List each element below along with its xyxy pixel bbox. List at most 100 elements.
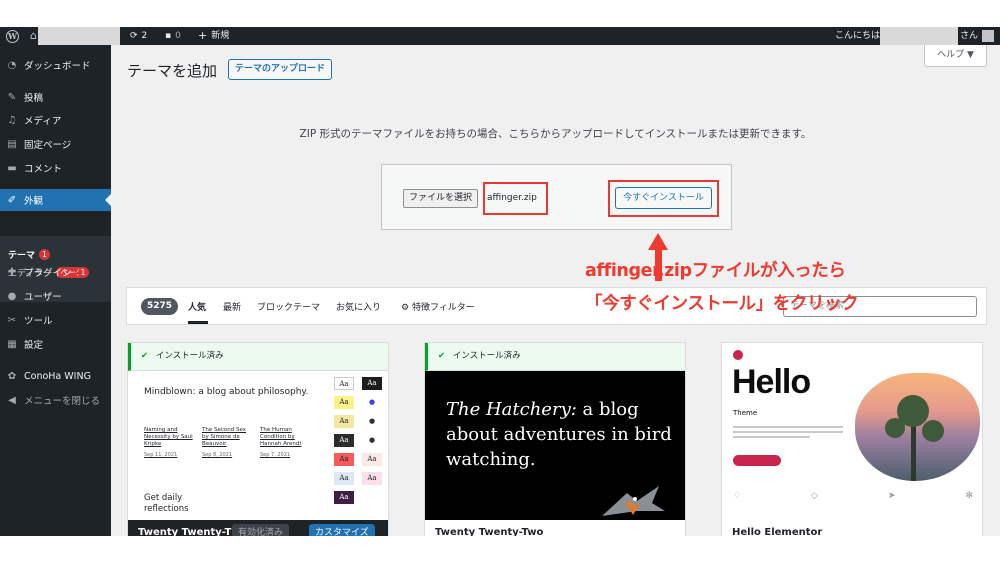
sidebar-item-settings[interactable]: ▦ 設定	[0, 334, 111, 354]
preview-post-title: Naming and Necessity by Saul Kripke	[144, 427, 193, 447]
style-swatch: Aa	[334, 491, 354, 504]
sidebar-item-label: 外観	[24, 196, 44, 207]
installed-label: インストール済み	[155, 351, 224, 361]
sidebar-item-label: メディア	[24, 116, 62, 127]
preview-post-date: Sep 11, 2021	[144, 452, 178, 458]
admin-bar: W ⌂ ⟳ 2 ▪ 0 + 新規 こんにちは さん	[0, 27, 1000, 45]
sidebar-item-label: メニューを閉じる	[24, 396, 101, 407]
tab-favorites[interactable]: お気に入り	[336, 300, 381, 313]
bird-illustration	[602, 486, 665, 516]
preview-post: The Second Sex by Simone de Beauvoir Sep…	[202, 427, 254, 459]
new-content-menu[interactable]: + 新規	[198, 27, 229, 45]
choose-file-button[interactable]: ファイルを選択	[403, 189, 479, 208]
sidebar-item-label: ツール	[24, 316, 53, 327]
site-name-menu[interactable]: ⌂	[30, 27, 37, 45]
install-now-button[interactable]: 今すぐインストール	[615, 187, 712, 209]
sidebar-item-label: ダッシュボード	[24, 61, 91, 72]
sidebar-item-pages[interactable]: ▤ 固定ページ	[0, 134, 111, 154]
style-swatch: ●	[362, 434, 382, 447]
preview-hello-title: Hello	[732, 363, 811, 401]
tab-latest[interactable]: 最新	[223, 300, 241, 313]
feature-filter-label: 特徴フィルター	[411, 303, 475, 313]
sidebar-item-dashboard[interactable]: ◔ ダッシュボード	[0, 55, 111, 75]
upload-theme-button[interactable]: テーマのアップロード	[228, 59, 333, 80]
installed-notice: ✔ インストール済み	[425, 343, 685, 371]
comment-icon: ▬	[7, 162, 17, 174]
help-tab-button[interactable]: ヘルプ ▼	[924, 45, 987, 67]
snowflake-icon: ✻	[965, 491, 973, 501]
admin-sidebar: ◔ ダッシュボード ✎ 投稿 ♫ メディア ▤ 固定ページ ▬ コメント ✐ 外…	[0, 45, 111, 536]
themes-update-badge: 1	[39, 249, 51, 260]
updates-menu[interactable]: ⟳ 2	[130, 27, 147, 45]
theme-card-hello-elementor[interactable]: Hello Theme ♢ ◇ ➤ ✻ Hello Elementor	[721, 342, 983, 536]
style-swatch: Aa	[334, 377, 354, 390]
sidebar-item-media[interactable]: ♫ メディア	[0, 110, 111, 130]
sidebar-item-label: プラグイン	[24, 268, 72, 279]
installed-notice: ✔ インストール済み	[128, 343, 388, 371]
preview-post-date: Sep 8, 2021	[202, 452, 233, 458]
site-name-redacted	[38, 27, 120, 45]
wrench-icon: ✂	[7, 314, 17, 326]
style-swatch: Aa	[334, 415, 354, 428]
annotation-arrow-head	[648, 233, 668, 250]
sidebar-item-tools[interactable]: ✂ ツール	[0, 310, 111, 330]
conoha-icon: ✿	[7, 370, 17, 382]
preview-post: The Human Condition by Hannah Arendt Sep…	[260, 427, 312, 459]
theme-card-footer: Twenty Twenty-Thre 有効化済み カスタマイズ	[128, 520, 388, 536]
preview-post: Naming and Necessity by Saul Kripke Sep …	[144, 427, 196, 459]
upload-form: ファイルを選択 affinger.zip 今すぐインストール	[381, 164, 732, 230]
style-swatch: ●	[362, 415, 382, 428]
sidebar-item-conoha-wing[interactable]: ✿ ConoHa WING	[0, 366, 111, 386]
theme-count-badge: 5275	[141, 298, 179, 315]
avatar[interactable]	[982, 30, 995, 42]
annotation-line-2: 「今すぐインストール」をクリック	[585, 294, 859, 314]
tab-popular[interactable]: 人気	[188, 300, 206, 313]
preview-footer-text: Get daily reflections	[144, 493, 189, 514]
feature-filter-button[interactable]: ⚙ 特徴フィルター	[401, 300, 475, 313]
style-swatch: Aa	[334, 434, 354, 447]
wp-logo-menu[interactable]: W	[6, 27, 19, 45]
greeting-suffix-wrap: さん	[960, 27, 995, 45]
plugin-icon: ✚	[7, 266, 17, 278]
media-icon: ♫	[7, 114, 17, 126]
collapse-menu-button[interactable]: ◀ メニューを閉じる	[0, 390, 111, 410]
main-content: テーマを追加 テーマのアップロード ヘルプ ▼ ZIP 形式のテーマファイルをお…	[111, 45, 1000, 536]
greeting-suffix: さん	[960, 31, 979, 41]
theme-card-twenty-twenty-three[interactable]: ✔ インストール済み Mindblown: a blog about philo…	[127, 342, 389, 536]
style-swatch: Aa	[334, 472, 354, 485]
comments-count: 0	[175, 31, 181, 41]
customize-button[interactable]: カスタマイズ	[309, 524, 375, 536]
install-button-highlight: 今すぐインストール	[608, 180, 719, 217]
theme-card-twenty-twenty-two[interactable]: ✔ インストール済み The Hatchery: a blog about ad…	[424, 342, 686, 536]
theme-name: Hello Elementor	[732, 527, 823, 536]
theme-screenshot: Mindblown: a blog about philosophy. Nami…	[128, 371, 388, 520]
active-tab-indicator	[188, 321, 208, 324]
sidebar-item-label: 設定	[24, 340, 44, 351]
tab-block-themes[interactable]: ブロックテーマ	[257, 300, 320, 313]
sidebar-item-plugins[interactable]: ✚ プラグイン 1	[0, 262, 111, 282]
preview-hello-subtitle: Theme	[733, 409, 758, 417]
style-swatch: Aa	[334, 453, 354, 466]
collapse-icon: ◀	[8, 394, 16, 406]
wp-admin-window: W ⌂ ⟳ 2 ▪ 0 + 新規 こんにちは さん ◔ ダッシュボード ✎ 投稿…	[0, 27, 1000, 536]
sidebar-item-comments[interactable]: ▬ コメント	[0, 158, 111, 178]
page-icon: ▤	[7, 138, 17, 150]
updates-count: 2	[141, 31, 148, 41]
preview-post-title: The Human Condition by Hannah Arendt	[260, 427, 302, 447]
sidebar-item-users[interactable]: ● ユーザー	[0, 286, 111, 306]
preview-tagline-italic: The Hatchery:	[446, 399, 577, 420]
comments-menu[interactable]: ▪ 0	[165, 27, 181, 45]
sidebar-item-posts[interactable]: ✎ 投稿	[0, 87, 111, 107]
check-icon: ✔	[438, 351, 446, 361]
settings-icon: ▦	[7, 338, 17, 350]
upload-description: ZIP 形式のテーマファイルをお持ちの場合、こちらからアップロードしてインストー…	[299, 128, 812, 140]
plus-icon: +	[198, 29, 208, 42]
theme-card-footer: Twenty Twenty-Two	[425, 520, 685, 536]
submenu-item-themes[interactable]: テーマ 1	[8, 248, 51, 261]
account-menu[interactable]: こんにちは	[835, 27, 880, 45]
pin-icon: ✎	[7, 91, 17, 103]
style-swatch: Aa	[362, 377, 382, 390]
plugins-update-badge: 1	[77, 266, 89, 278]
theme-card-footer: Hello Elementor	[722, 520, 982, 536]
sidebar-item-appearance[interactable]: ✐ 外観	[0, 189, 111, 211]
